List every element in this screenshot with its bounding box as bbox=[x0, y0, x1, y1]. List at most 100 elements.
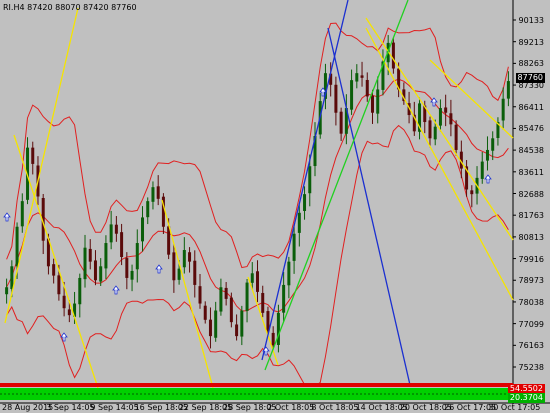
candle-body bbox=[391, 42, 395, 69]
candle-body bbox=[172, 252, 176, 281]
time-tick-label: 8 Oct 18:05 bbox=[311, 403, 359, 412]
candle-body bbox=[67, 309, 71, 316]
candle-body bbox=[360, 75, 364, 78]
candle-body bbox=[350, 80, 354, 110]
candle-body bbox=[224, 287, 228, 299]
up-arrow-icon bbox=[112, 285, 120, 295]
price-tick-label: 83611 bbox=[518, 167, 544, 177]
up-arrow-icon bbox=[155, 264, 163, 274]
candle-body bbox=[261, 292, 265, 313]
time-tick-label: 2 Oct 18:05 bbox=[267, 403, 315, 412]
candle-body bbox=[83, 247, 87, 280]
up-arrow-icon bbox=[3, 212, 11, 222]
candle-body bbox=[240, 310, 244, 337]
price-tick-label: 80813 bbox=[518, 232, 544, 242]
candle-body bbox=[449, 113, 453, 125]
band-upper bbox=[6, 22, 509, 269]
candle-body bbox=[214, 310, 218, 338]
candle-body bbox=[303, 194, 307, 211]
candle-body bbox=[428, 120, 432, 139]
candle-body bbox=[120, 232, 124, 257]
candle-body bbox=[104, 243, 108, 269]
candle-body bbox=[444, 107, 448, 113]
candle-body bbox=[334, 84, 338, 113]
candle-body bbox=[491, 138, 495, 151]
symbol-ohlc-header: RI.H4 87420 88070 87420 87760 bbox=[3, 3, 137, 12]
band-lower bbox=[6, 124, 509, 387]
trend-line[interactable] bbox=[4, 7, 79, 324]
candle-body bbox=[99, 266, 103, 282]
trend-line[interactable] bbox=[264, 0, 409, 371]
candle-body bbox=[198, 286, 202, 304]
candle-body bbox=[52, 264, 56, 276]
price-tick-label: 76163 bbox=[518, 341, 544, 351]
candle-body bbox=[235, 324, 239, 337]
candle-body bbox=[93, 260, 97, 281]
price-tick-label: 79916 bbox=[518, 254, 544, 264]
candle-body bbox=[365, 79, 369, 97]
candle-body bbox=[5, 287, 9, 295]
chart-window[interactable]: RI.H4 87420 88070 87420 87760 90133 89213… bbox=[0, 0, 550, 413]
price-tick-label: 78973 bbox=[518, 276, 544, 286]
price-tick-label: 90133 bbox=[518, 16, 544, 25]
candle-body bbox=[57, 275, 61, 295]
price-chart[interactable] bbox=[0, 0, 550, 413]
candle-body bbox=[208, 319, 212, 337]
price-tick-label: 85476 bbox=[518, 124, 544, 134]
candle-body bbox=[308, 166, 312, 194]
price-tick-label: 86411 bbox=[518, 102, 544, 112]
candle-body bbox=[130, 270, 134, 280]
price-tick-label: 81763 bbox=[518, 211, 544, 221]
candle-body bbox=[31, 147, 35, 164]
price-tick-label: 75238 bbox=[518, 363, 544, 372]
candle-body bbox=[287, 261, 291, 286]
candle-body bbox=[355, 73, 359, 82]
candle-body bbox=[177, 268, 181, 280]
candle-body bbox=[146, 201, 150, 218]
candle-body bbox=[188, 252, 192, 262]
candle-body bbox=[182, 250, 186, 268]
price-tick-label: 77099 bbox=[518, 319, 544, 329]
candle-body bbox=[506, 81, 510, 99]
candle-body bbox=[480, 161, 484, 179]
candle-body bbox=[141, 217, 145, 242]
trend-line[interactable] bbox=[161, 199, 214, 389]
price-tick-label: 88263 bbox=[518, 59, 544, 69]
candle-body bbox=[256, 271, 259, 292]
time-tick-label: 3 Sep 14:05 bbox=[46, 403, 95, 412]
indicator-red-bar bbox=[0, 383, 513, 387]
trend-line[interactable] bbox=[261, 0, 349, 361]
candle-body bbox=[219, 287, 223, 312]
candle-body bbox=[135, 243, 139, 270]
candle-body bbox=[229, 297, 233, 323]
price-tick-label: 78038 bbox=[518, 297, 544, 307]
candle-body bbox=[276, 312, 280, 345]
candle-body bbox=[203, 305, 207, 320]
time-tick-label: 30 Oct 17:05 bbox=[488, 403, 541, 412]
candle-body bbox=[271, 332, 275, 346]
candle-body bbox=[370, 95, 374, 113]
candle-body bbox=[245, 282, 249, 311]
candle-body bbox=[125, 258, 129, 278]
trend-line[interactable] bbox=[429, 59, 514, 139]
candle-body bbox=[156, 186, 160, 199]
time-tick-label: 9 Sep 14:05 bbox=[90, 403, 139, 412]
up-arrow-icon bbox=[484, 174, 492, 184]
price-tick-label: 84538 bbox=[518, 146, 544, 156]
candle-body bbox=[20, 201, 24, 227]
candle-body bbox=[250, 273, 254, 283]
candle-body bbox=[501, 98, 505, 121]
candle-body bbox=[433, 126, 437, 140]
price-tick-label: 89213 bbox=[518, 37, 544, 47]
candle-body bbox=[485, 149, 489, 161]
trend-lines[interactable] bbox=[4, 0, 514, 389]
current-price-marker: 87760 bbox=[515, 73, 545, 83]
price-tick-label: 82688 bbox=[518, 189, 544, 199]
candle-body bbox=[454, 124, 458, 150]
candle-body bbox=[470, 190, 474, 195]
indicator-strip bbox=[0, 383, 513, 400]
candle-body bbox=[292, 233, 296, 261]
candle-body bbox=[193, 260, 197, 285]
candle-body bbox=[114, 224, 118, 234]
candle-body bbox=[62, 295, 66, 309]
